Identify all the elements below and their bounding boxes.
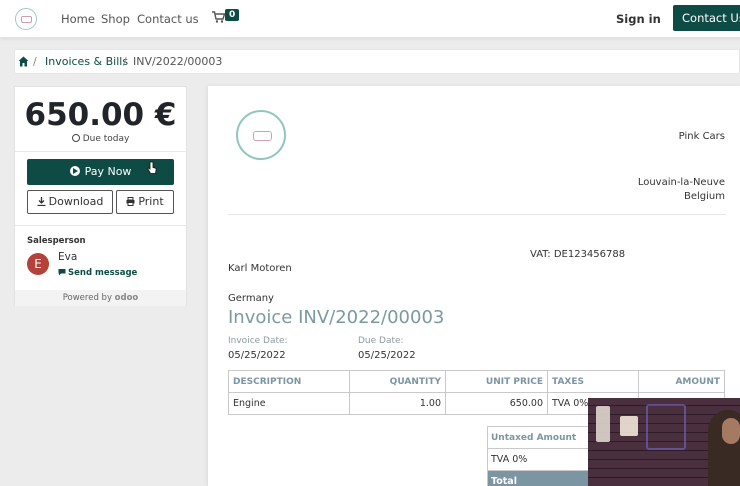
nav-shop-link[interactable]: Shop [101, 12, 130, 26]
top-navbar: Home Shop Contact us 0 Sign in Contact U… [0, 0, 740, 38]
download-label: Download [48, 195, 104, 208]
breadcrumb-separator: / [123, 55, 127, 68]
vat-number: VAT: DE123456788 [530, 249, 626, 260]
breadcrumb-separator: / [33, 55, 37, 68]
breadcrumb: / Invoices & Bills / INV/2022/00003 [14, 49, 740, 74]
table-header-row: DESCRIPTION QUANTITY UNIT PRICE TAXES AM… [228, 370, 725, 393]
invoice-date-value: 05/25/2022 [228, 350, 286, 361]
powered-by-text: Powered by [62, 293, 112, 303]
print-button[interactable]: Print [116, 190, 174, 214]
clock-icon [71, 134, 80, 142]
printer-icon [126, 197, 135, 206]
lamp-light [596, 406, 610, 442]
nav-contact-link[interactable]: Contact us [137, 12, 199, 26]
webcam-video-overlay [588, 398, 740, 486]
site-logo-icon[interactable] [15, 8, 37, 30]
customer-name: Karl Motoren [228, 263, 292, 274]
powered-by-footer: Powered by odoo [15, 290, 186, 306]
company-logo-icon [236, 110, 286, 160]
download-button[interactable]: Download [27, 190, 113, 214]
column-header-amount: AMOUNT [638, 370, 725, 393]
cart-count-badge: 0 [225, 9, 240, 21]
column-header-unit-price: UNIT PRICE [445, 370, 548, 393]
column-header-description: DESCRIPTION [228, 370, 350, 393]
line-quantity: 1.00 [349, 392, 446, 415]
due-status: Due today [15, 134, 186, 144]
arrow-circle-right-icon [69, 166, 80, 176]
line-unit-price: 650.00 [445, 392, 548, 415]
salesperson-name: Eva [58, 251, 78, 263]
due-status-text: Due today [82, 134, 130, 144]
download-icon [37, 197, 46, 206]
payment-sidebar-card: 650.00 € Due today Pay Now Download Prin… [14, 86, 187, 306]
column-header-quantity: QUANTITY [349, 370, 446, 393]
due-date-label: Due Date: [358, 336, 404, 346]
company-name: Pink Cars [678, 131, 725, 142]
send-message-link[interactable]: Send message [58, 268, 137, 278]
breadcrumb-invoices-link[interactable]: Invoices & Bills [45, 55, 128, 68]
odoo-logo[interactable]: odoo [115, 293, 139, 303]
send-message-label: Send message [68, 268, 138, 278]
company-country: Belgium [684, 191, 725, 202]
line-description: Engine [228, 392, 350, 415]
company-city: Louvain-la-Neuve [637, 177, 725, 188]
invoice-date-label: Invoice Date: [228, 336, 288, 346]
home-icon[interactable] [18, 56, 29, 67]
lamp-light [620, 416, 638, 436]
amount-due: 650.00 € [24, 97, 177, 133]
cart-icon[interactable] [212, 11, 225, 23]
hand-cursor-icon [147, 161, 157, 174]
invoice-title: Invoice INV/2022/00003 [228, 307, 445, 328]
salesperson-avatar: E [27, 253, 49, 275]
presenter-face [722, 418, 740, 444]
divider [15, 151, 186, 152]
pay-now-label: Pay Now [84, 165, 132, 178]
sign-in-link[interactable]: Sign in [616, 12, 661, 26]
due-date-value: 05/25/2022 [358, 350, 416, 361]
column-header-taxes: TAXES [547, 370, 639, 393]
salesperson-label: Salesperson [27, 236, 86, 246]
contact-us-button[interactable]: Contact Us [673, 5, 740, 31]
breadcrumb-current: INV/2022/00003 [133, 55, 223, 68]
nav-home-link[interactable]: Home [61, 12, 95, 26]
divider [228, 214, 726, 215]
print-label: Print [138, 195, 164, 208]
chat-icon [58, 269, 66, 276]
neon-frame [646, 404, 686, 450]
customer-country: Germany [228, 293, 274, 304]
divider [15, 225, 186, 226]
